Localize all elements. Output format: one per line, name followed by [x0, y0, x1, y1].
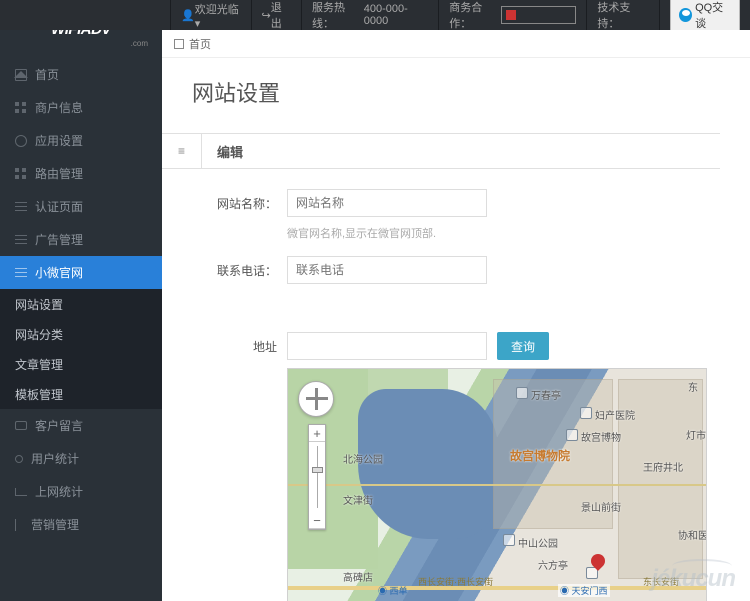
- panel-title: 编辑: [202, 142, 243, 161]
- flag-icon: [15, 519, 23, 531]
- comment-icon: [15, 421, 27, 430]
- breadcrumb: 首页: [162, 30, 750, 58]
- map-poi-icon: [516, 387, 528, 399]
- sidebar-item-appset[interactable]: 应用设置: [0, 124, 162, 157]
- router-icon: [15, 168, 27, 180]
- hotline: 服务热线：400-000-0000: [301, 0, 438, 30]
- map-zoom-control: + −: [308, 424, 326, 530]
- contact-input[interactable]: [287, 256, 487, 284]
- page-title: 网站设置: [162, 58, 750, 133]
- address-input[interactable]: [287, 332, 487, 360]
- map-label-dengshi: 灯市西: [686, 427, 707, 442]
- site-icon: [15, 267, 27, 279]
- map-label-xidan: ◉ 西单: [378, 584, 408, 597]
- welcome-dropdown[interactable]: 👤 欢迎光临▾: [170, 0, 251, 30]
- qq-chat-button[interactable]: QQ交谈: [659, 0, 750, 30]
- map-label-liufang: 六方亭: [538, 557, 568, 572]
- map[interactable]: + − 故宫博物院 万春亭 妇产医院 故宫博物 王府井北 景山前街 灯市西 北海…: [287, 368, 707, 601]
- map-label-dongchangan: 东长安街: [643, 575, 679, 588]
- map-label-wanchun: 万春亭: [531, 387, 561, 402]
- map-label-dong: 东: [688, 379, 698, 394]
- map-label-wenjin: 文津街: [343, 492, 373, 507]
- gear-icon: [15, 135, 27, 147]
- map-pan-control[interactable]: [298, 381, 334, 417]
- sidebar-item-home[interactable]: 首页: [0, 58, 162, 91]
- sidebar-item-merchant[interactable]: 商户信息: [0, 91, 162, 124]
- map-zoom-handle[interactable]: [312, 467, 323, 473]
- sidebar-item-netstat[interactable]: 上网统计: [0, 475, 162, 508]
- sidebar-item-marketing[interactable]: 营销管理: [0, 508, 162, 541]
- grid-icon: [15, 102, 27, 114]
- page-icon: [15, 201, 27, 213]
- tech-support-label: 技术支持：: [586, 0, 659, 30]
- map-zoom-slider[interactable]: [309, 442, 325, 512]
- map-label-xichangan: 西长安街·西长安街: [418, 575, 493, 588]
- sidebar-item-microsite[interactable]: 小微官网: [0, 256, 162, 289]
- biz-coop: 商务合作：: [438, 0, 586, 30]
- address-label: 地址: [207, 332, 277, 355]
- sidebar-item-feedback[interactable]: 客户留言: [0, 409, 162, 442]
- breadcrumb-home[interactable]: 首页: [189, 36, 211, 52]
- panel-header: ≡ 编辑: [162, 133, 720, 169]
- contact-label: 联系电话：: [207, 256, 277, 279]
- form: 网站名称： 微官网名称,显示在微官网顶部. 联系电话： 地址 查询 +: [162, 169, 750, 601]
- qq-icon: [679, 8, 692, 22]
- map-zoom-out[interactable]: −: [309, 512, 325, 529]
- map-zoom-in[interactable]: +: [309, 425, 325, 442]
- site-name-label: 网站名称：: [207, 189, 277, 212]
- map-poi-icon: [580, 407, 592, 419]
- flag-icon: [506, 10, 516, 20]
- map-label-gugong: 故宫博物院: [510, 447, 570, 464]
- map-label-zhongshan: 中山公园: [518, 535, 558, 550]
- sidebar-item-userstat[interactable]: 用户统计: [0, 442, 162, 475]
- content: 首页 网站设置 ≡ 编辑 网站名称： 微官网名称,显示在微官网顶部. 联系电话：…: [162, 30, 750, 601]
- map-label-dongyi: 故宫博物: [581, 429, 621, 444]
- topbar: 👤 欢迎光临▾ ↪ 退出 服务热线：400-000-0000 商务合作： 技术支…: [0, 0, 750, 30]
- map-poi-icon: [566, 429, 578, 441]
- logo-domain: .com: [131, 39, 148, 48]
- chart-icon: [15, 488, 27, 496]
- site-name-input[interactable]: [287, 189, 487, 217]
- panel-collapse-button[interactable]: ≡: [162, 133, 202, 169]
- user-icon: [15, 455, 23, 463]
- sidebar-sub-template[interactable]: 模板管理: [0, 379, 162, 409]
- map-label-beihai: 北海公园: [343, 451, 383, 466]
- logout-link[interactable]: ↪ 退出: [251, 0, 301, 30]
- sidebar-item-router[interactable]: 路由管理: [0, 157, 162, 190]
- sidebar-item-ads[interactable]: 广告管理: [0, 223, 162, 256]
- map-label-gaobei: 高碑店: [343, 569, 373, 584]
- home-icon: [15, 69, 27, 81]
- query-button[interactable]: 查询: [497, 332, 549, 360]
- map-label-wangfu: 王府井北: [643, 459, 683, 474]
- map-label-tiananmenxi: ◉ 天安门西: [558, 584, 610, 597]
- sidebar-sub-category[interactable]: 网站分类: [0, 319, 162, 349]
- map-label-jingshan: 景山前街: [581, 499, 621, 514]
- map-label-xiejie: 协和医: [678, 527, 707, 542]
- breadcrumb-home-icon: [174, 39, 184, 49]
- sidebar: 首页 商户信息 应用设置 路由管理 认证页面 广告管理 小微官网 网站设置 网站…: [0, 58, 162, 601]
- ads-icon: [15, 234, 27, 246]
- site-name-help: 微官网名称,显示在微官网顶部.: [287, 225, 720, 241]
- map-label-fuchan: 妇产医院: [595, 407, 635, 422]
- sidebar-sub-sitesetting[interactable]: 网站设置: [0, 289, 162, 319]
- sidebar-sub-article[interactable]: 文章管理: [0, 349, 162, 379]
- sidebar-item-auth[interactable]: 认证页面: [0, 190, 162, 223]
- map-poi-icon: [503, 534, 515, 546]
